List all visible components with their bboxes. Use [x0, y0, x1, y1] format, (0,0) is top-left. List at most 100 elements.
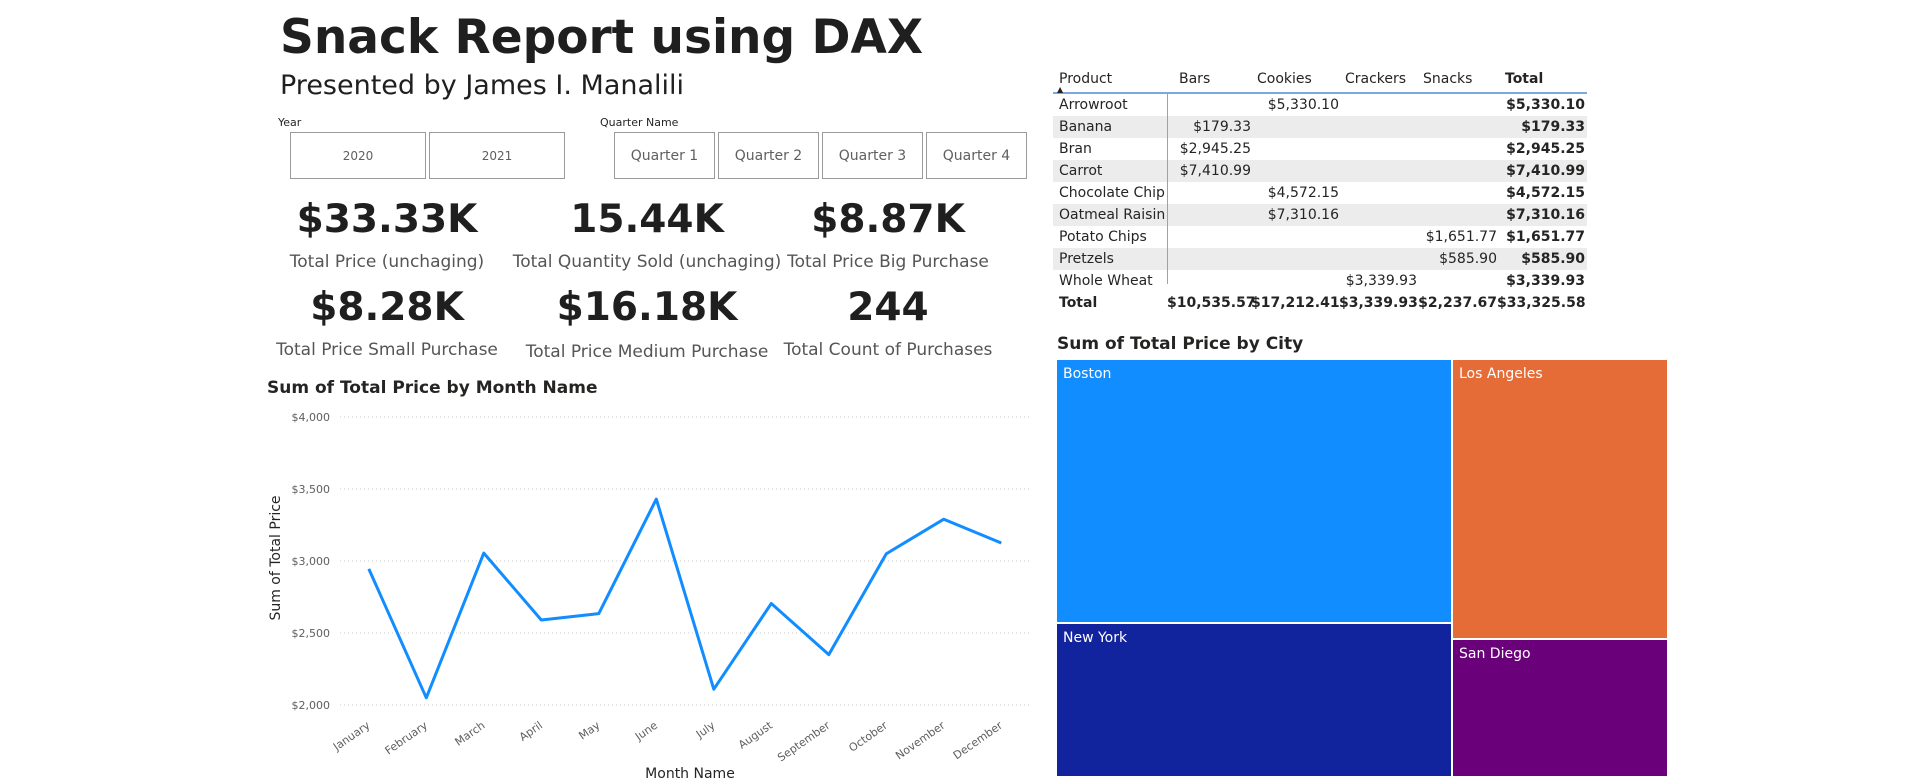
line-point[interactable]	[421, 693, 431, 703]
matrix-total-row: Total $10,535.57 $17,212.41 $3,339.93 $2…	[1053, 292, 1587, 314]
matrix-cell: $179.33	[1193, 119, 1251, 135]
x-tick-label: August	[736, 718, 776, 751]
kpi-label: Total Price Small Purchase	[276, 340, 498, 360]
matrix-cell: $4,572.15	[1267, 185, 1339, 201]
matrix-header-snacks[interactable]: Snacks	[1417, 71, 1497, 87]
report-title: Snack Report using DAX	[280, 10, 924, 65]
line-point[interactable]	[996, 538, 1006, 548]
line-point[interactable]	[709, 684, 719, 694]
line-point[interactable]	[824, 650, 834, 660]
x-tick-label: June	[632, 719, 660, 744]
kpi-value: $8.28K	[310, 285, 464, 330]
treemap-tile-label: Boston	[1063, 366, 1112, 382]
line-series-total-price[interactable]	[367, 497, 1002, 700]
line-point[interactable]	[766, 598, 776, 608]
quarter-option-4[interactable]: Quarter 4	[926, 132, 1027, 179]
line-point[interactable]	[939, 514, 949, 524]
x-tick-label: November	[893, 719, 948, 763]
y-axis-title: Sum of Total Price	[268, 495, 284, 620]
quarter-option-1[interactable]: Quarter 1	[614, 132, 715, 179]
matrix-cell: $1,651.77	[1425, 229, 1497, 245]
year-option-2020[interactable]: 2020	[290, 132, 426, 179]
treemap-tile-san-diego[interactable]: San Diego	[1453, 640, 1669, 778]
matrix-cell: $10,535.57	[1167, 295, 1256, 311]
year-slicer: Year 2020 2021	[278, 116, 568, 180]
matrix-row[interactable]: Pretzels $585.90 $585.90	[1053, 248, 1587, 270]
x-tick-label: December	[951, 719, 1006, 763]
treemap-tile-label: New York	[1063, 630, 1128, 646]
quarter-option-2[interactable]: Quarter 2	[718, 132, 819, 179]
matrix-cell: Oatmeal Raisin	[1059, 207, 1166, 223]
kpi-value: $33.33K	[296, 197, 478, 242]
matrix-cell: Bran	[1059, 141, 1092, 157]
x-tick-label: May	[576, 719, 602, 743]
matrix-cell: $3,339.93	[1506, 273, 1585, 289]
matrix-cell: $7,310.16	[1506, 207, 1585, 223]
treemap-tile-los-angeles[interactable]: Los Angeles	[1453, 360, 1669, 640]
matrix-column-divider	[1167, 94, 1168, 284]
matrix-row[interactable]: Oatmeal Raisin $7,310.16 $7,310.16	[1053, 204, 1587, 226]
y-tick-label: $3,500	[292, 483, 331, 496]
x-tick-label: October	[846, 719, 890, 755]
city-treemap: Boston Los Angeles New York San Diego	[1057, 360, 1669, 778]
matrix-cell: $4,572.15	[1506, 185, 1585, 201]
matrix-header-row: Product ▲ Bars Cookies Crackers Snacks T…	[1053, 66, 1587, 94]
matrix-header-cookies[interactable]: Cookies	[1251, 71, 1339, 87]
matrix-header-total[interactable]: Total	[1497, 71, 1585, 87]
matrix-row[interactable]: Chocolate Chip $4,572.15 $4,572.15	[1053, 182, 1587, 204]
matrix-cell: $7,310.16	[1267, 207, 1339, 223]
line-point[interactable]	[536, 615, 546, 625]
quarter-slicer: Quarter Name Quarter 1 Quarter 2 Quarter…	[600, 116, 1030, 180]
matrix-cell: $3,339.93	[1339, 295, 1418, 311]
treemap-tile-new-york[interactable]: New York	[1057, 624, 1453, 778]
line-chart[interactable]: $2,000 $2,500 $3,000 $3,500 $4,000 January Fe…	[260, 400, 1040, 778]
year-option-2021[interactable]: 2021	[429, 132, 565, 179]
matrix-cell: Pretzels	[1059, 251, 1114, 267]
kpi-label: Total Price Big Purchase	[787, 252, 989, 272]
product-matrix: Product ▲ Bars Cookies Crackers Snacks T…	[1053, 66, 1587, 314]
matrix-body: Arrowroot $5,330.10 $5,330.10 Banana $179.33…	[1053, 94, 1587, 292]
line-point[interactable]	[881, 549, 891, 559]
matrix-row[interactable]: Banana $179.33 $179.33	[1053, 116, 1587, 138]
matrix-cell: $17,212.41	[1251, 295, 1340, 311]
x-tick-label: July	[693, 719, 718, 742]
matrix-cell: $5,330.10	[1506, 97, 1585, 113]
x-tick-label: February	[383, 719, 431, 758]
treemap-tile-label: Los Angeles	[1459, 366, 1543, 382]
y-tick-label: $3,000	[292, 555, 331, 568]
matrix-row[interactable]: Potato Chips $1,651.77 $1,651.77	[1053, 226, 1587, 248]
matrix-row[interactable]: Arrowroot $5,330.10 $5,330.10	[1053, 94, 1587, 116]
report-subtitle: Presented by James I. Manalili	[280, 70, 685, 101]
matrix-cell: $2,945.25	[1506, 141, 1585, 157]
quarter-option-3[interactable]: Quarter 3	[822, 132, 923, 179]
matrix-row[interactable]: Carrot $7,410.99 $7,410.99	[1053, 160, 1587, 182]
line-point[interactable]	[594, 609, 604, 619]
kpi-value: 244	[847, 285, 929, 330]
matrix-cell: $7,410.99	[1506, 163, 1585, 179]
matrix-cell: Arrowroot	[1059, 97, 1128, 113]
matrix-row[interactable]: Whole Wheat $3,339.93 $3,339.93	[1053, 270, 1587, 292]
x-tick-label: January	[330, 719, 373, 754]
kpi-label: Total Count of Purchases	[783, 340, 993, 360]
matrix-cell: Whole Wheat	[1059, 273, 1153, 289]
matrix-cell: $33,325.58	[1497, 295, 1586, 311]
line-point[interactable]	[479, 548, 489, 558]
matrix-row[interactable]: Bran $2,945.25 $2,945.25	[1053, 138, 1587, 160]
matrix-cell: Carrot	[1059, 163, 1103, 179]
y-tick-label: $4,000	[292, 411, 331, 424]
matrix-cell: $585.90	[1521, 251, 1585, 267]
sort-ascending-icon: ▲	[1057, 85, 1064, 94]
matrix-header-crackers[interactable]: Crackers	[1339, 71, 1417, 87]
matrix-cell: Chocolate Chip	[1059, 185, 1165, 201]
line-point[interactable]	[651, 494, 661, 504]
matrix-cell: Banana	[1059, 119, 1113, 135]
line-point[interactable]	[364, 564, 374, 574]
kpi-value: $8.87K	[811, 197, 965, 242]
x-axis-title: Month Name	[645, 766, 735, 778]
matrix-cell: $2,945.25	[1179, 141, 1251, 157]
treemap-tile-label: San Diego	[1459, 646, 1531, 662]
treemap-tile-boston[interactable]: Boston	[1057, 360, 1453, 624]
matrix-header-bars[interactable]: Bars	[1167, 71, 1251, 87]
matrix-header-product[interactable]: Product ▲	[1053, 71, 1167, 94]
kpi-label: Total Price (unchaging)	[289, 252, 485, 272]
